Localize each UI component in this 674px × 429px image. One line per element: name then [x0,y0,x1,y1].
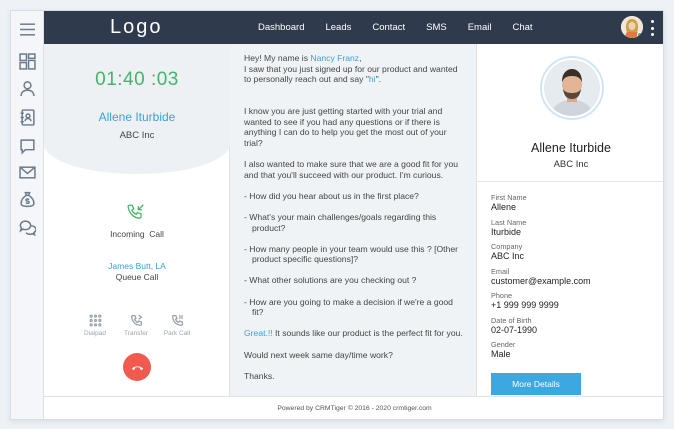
nav-contact[interactable]: Contact [372,22,405,33]
dialpad-button[interactable]: Dialpad [75,314,115,337]
field-first-name: First Name Allene [491,193,661,218]
logo: Logo [110,16,163,38]
field-gender: Gender Male [491,340,661,365]
script-question: - How many people in your team would use… [244,243,458,265]
contact-company: ABC Inc [553,159,589,170]
nav-chat[interactable]: Chat [512,22,532,33]
support-chat-icon[interactable] [17,217,38,238]
script-text: ". [375,74,382,85]
incoming-call-icon [127,204,144,219]
contact-photo-image [544,60,600,116]
field-label: Email [491,266,510,276]
contact-photo-ring [540,56,604,120]
contact-fields: First Name Allene Last Name Iturbide Compa… [491,193,661,365]
field-label: Last Name [491,217,527,227]
field-value: Allene [491,202,517,212]
queue-agent[interactable]: James Butt, LA [44,261,230,271]
script-paragraph: Would next week same day/time work? [244,349,393,360]
script-intro: Hey! My name is Nancy Franz, I saw that … [244,53,466,85]
more-menu-icon[interactable] [648,20,656,36]
details-divider [477,181,663,182]
script-question: - How did you hear about us in the first… [244,190,419,201]
chat-icon[interactable] [17,136,38,157]
money-bag-icon[interactable] [17,189,38,210]
field-label: First Name [491,193,527,202]
script-text: Hey! My name is [244,53,311,63]
dialpad-icon [89,314,101,327]
contacts-book-icon[interactable] [17,107,38,128]
field-value: +1 999 999 9999 [491,300,559,310]
mail-icon[interactable] [17,162,38,183]
script-question: - What other solutions are you checking … [244,275,417,286]
script-paragraph: I also wanted to make sure that we are a… [244,158,459,180]
hang-up-button[interactable] [123,353,151,381]
field-label: Company [491,242,523,251]
script-text: , [359,53,362,63]
field-date-of-birth: Date of Birth 02-07-1990 [491,316,661,341]
user-avatar[interactable] [621,16,643,38]
nav-email[interactable]: Email [468,22,492,33]
caller-name: Allene Iturbide [98,110,176,124]
field-value: ABC Inc [491,251,525,261]
park-call-button[interactable]: Park Call [157,314,197,337]
more-details-button[interactable]: More Details [491,373,581,395]
field-value: customer@example.com [491,275,591,286]
script-paragraph: I know you are just getting started with… [244,105,447,148]
script-text: It sounds like our product is the perfec… [272,328,463,339]
transfer-icon [130,314,142,327]
main-nav: Dashboard Leads Contact SMS Email Chat [258,11,554,44]
call-script: Hey! My name is Nancy Franz, I saw that … [230,44,477,396]
park-call-icon [171,314,183,327]
nav-dashboard[interactable]: Dashboard [258,22,304,33]
field-label: Gender [491,340,516,349]
call-timer: 01:40 :03 [95,69,179,90]
field-last-name: Last Name Iturbide [491,218,661,243]
script-text: I saw that you just signed up for our pr… [244,63,458,85]
nav-sms[interactable]: SMS [426,22,447,33]
agent-name-highlight: Nancy Franz [310,53,360,63]
left-rail [11,11,44,419]
field-label: Phone [491,291,513,300]
field-value: 02-07-1990 [491,324,538,335]
online-status-dot [637,32,643,38]
call-panel: 01:40 :03 Allene Iturbide ABC Inc Incomi… [44,44,230,396]
top-header: Logo Dashboard Leads Contact SMS Email C… [44,11,663,44]
field-value: Iturbide [491,226,522,237]
contact-name: Allene Iturbide [531,141,611,155]
nav-leads[interactable]: Leads [325,22,351,33]
caller-company: ABC Inc [119,130,155,141]
script-question: - How are you going to make a decision i… [244,296,453,318]
hi-highlight: hi [368,74,376,85]
contact-photo [544,60,600,116]
dashboard-icon[interactable] [17,51,38,72]
field-label: Date of Birth [491,315,532,325]
field-email: Email customer@example.com [491,267,661,292]
user-icon[interactable] [17,78,38,99]
transfer-button[interactable]: Transfer [116,314,156,337]
footer: Powered by CRMTiger © 2016 - 2020 crmtig… [44,396,663,419]
script-question: - What's your main challenges/goals rega… [244,211,437,233]
field-company: Company ABC Inc [491,242,661,267]
contact-details-panel: Allene Iturbide ABC Inc First Name Allene… [477,44,663,396]
script-closing: Great.!! It sounds like our product is t… [244,328,466,339]
script-paragraph: Thanks. [244,370,275,381]
great-highlight: Great.!! [244,328,273,339]
queue-label: Queue Call [115,272,159,282]
field-phone: Phone +1 999 999 9999 [491,291,661,316]
menu-icon[interactable] [17,19,38,40]
hang-up-icon [131,365,143,370]
call-header-background [44,44,230,174]
transfer-label: Transfer [124,330,148,337]
field-value: Male [491,349,511,359]
park-call-label: Park Call [163,330,191,337]
dialpad-label: Dialpad [83,330,107,337]
app-window: Logo Dashboard Leads Contact SMS Email C… [10,10,664,420]
call-status-label: Incoming Call [110,229,164,239]
